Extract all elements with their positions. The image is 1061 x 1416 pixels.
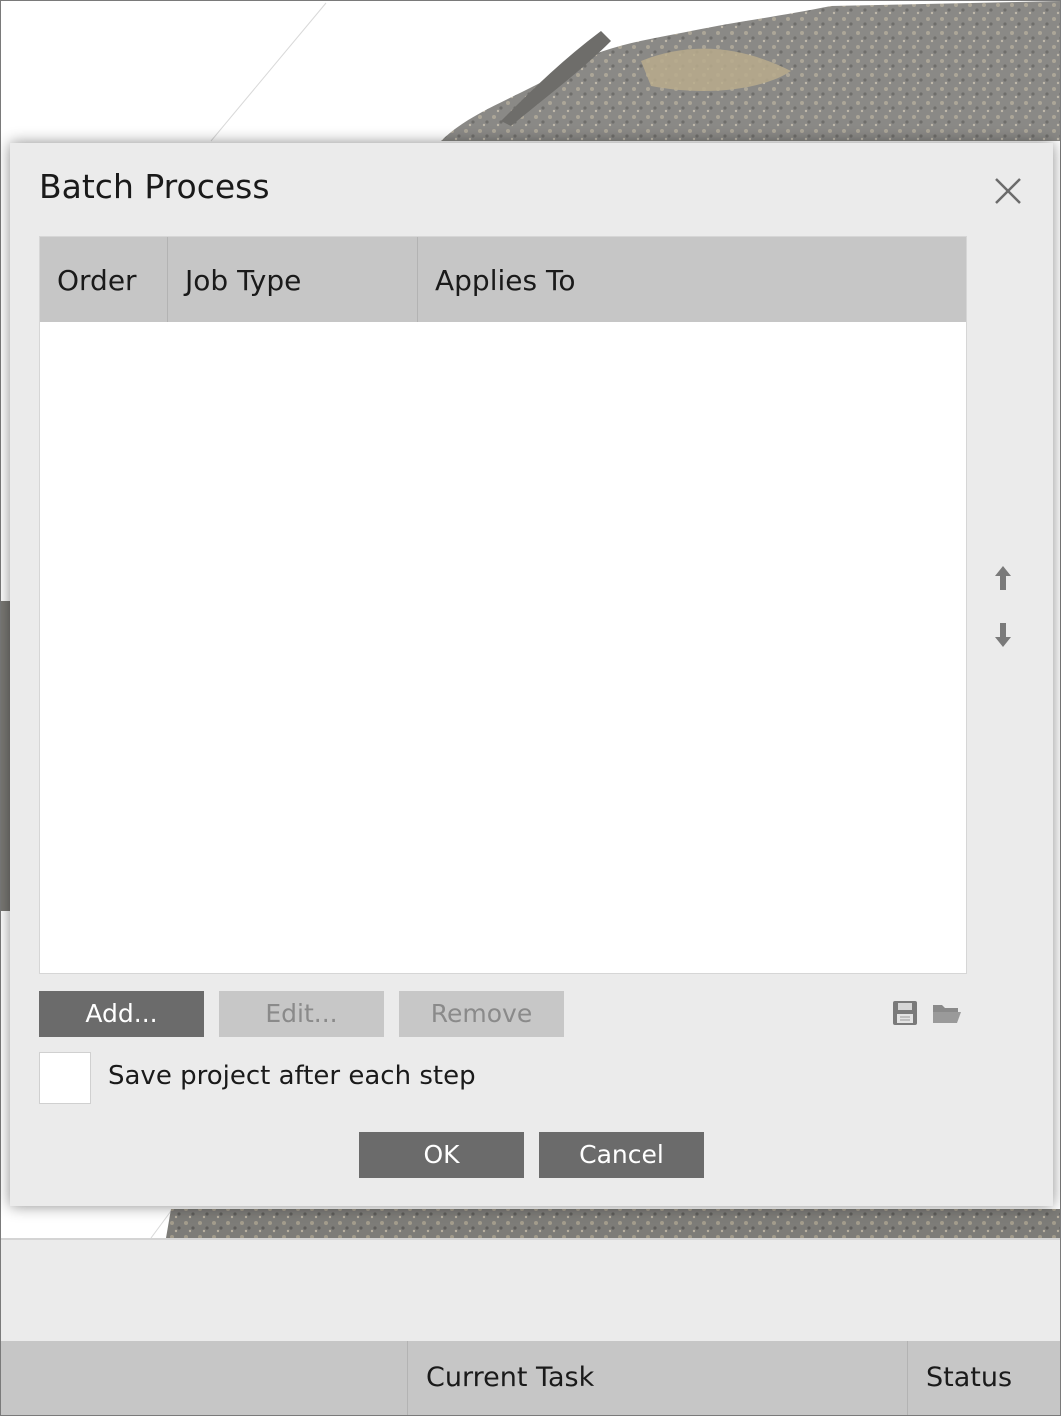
dialog-title: Batch Process: [39, 167, 270, 206]
batch-jobs-table[interactable]: Order Job Type Applies To: [39, 236, 967, 974]
move-down-button[interactable]: [991, 619, 1015, 649]
remove-button[interactable]: Remove: [399, 991, 564, 1037]
jobs-table-body[interactable]: [40, 322, 966, 973]
arrow-up-icon: [995, 566, 1011, 590]
jobs-table-header: Order Job Type Applies To: [40, 237, 966, 322]
save-after-each-step-checkbox[interactable]: [39, 1052, 91, 1104]
save-icon: [893, 1001, 917, 1025]
column-header-order[interactable]: Order: [40, 237, 167, 322]
column-header-job-type[interactable]: Job Type: [167, 237, 417, 322]
save-after-each-step-label: Save project after each step: [108, 1061, 476, 1091]
move-up-button[interactable]: [991, 564, 1015, 594]
batch-process-dialog: Batch Process Order Job Type Applies To …: [10, 143, 1053, 1206]
cancel-button[interactable]: Cancel: [539, 1132, 704, 1178]
folder-open-icon: [933, 1005, 961, 1023]
column-header-applies-to[interactable]: Applies To: [417, 237, 966, 322]
close-icon: [995, 178, 1021, 204]
ok-button[interactable]: OK: [359, 1132, 524, 1178]
add-button[interactable]: Add...: [39, 991, 204, 1037]
save-batch-list-button[interactable]: [892, 1000, 918, 1026]
arrow-down-icon: [995, 623, 1011, 647]
edit-button[interactable]: Edit...: [219, 991, 384, 1037]
open-batch-list-button[interactable]: [932, 1000, 962, 1026]
close-button[interactable]: [988, 171, 1028, 211]
